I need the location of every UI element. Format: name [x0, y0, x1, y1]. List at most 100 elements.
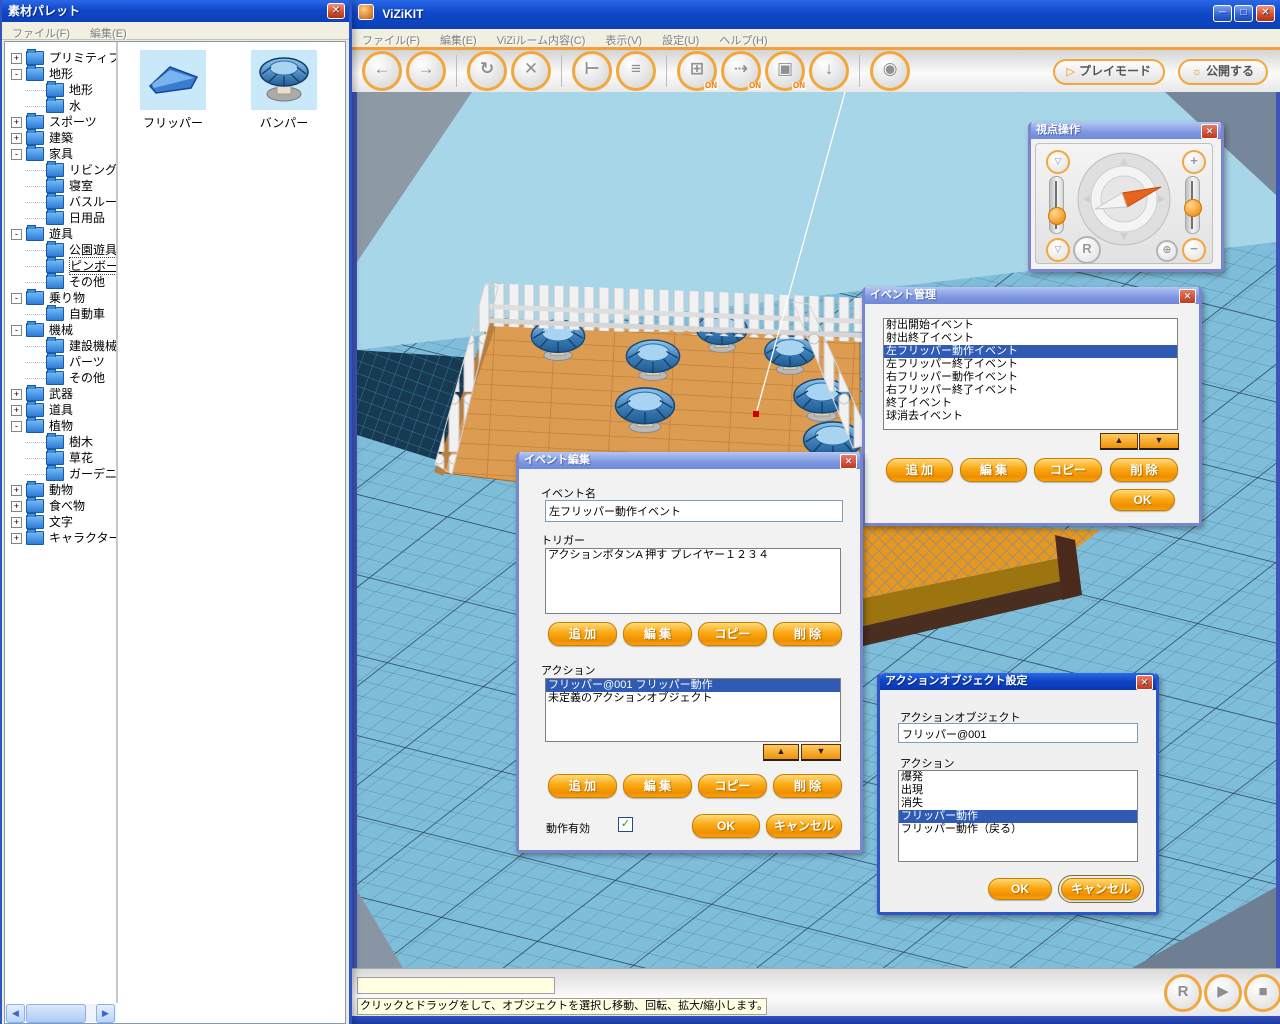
tree-item[interactable]: 樹木	[5, 434, 116, 450]
action-object-window[interactable]: アクションオブジェクト設定 ✕ アクションオブジェクト フリッパー@001 アク…	[877, 673, 1159, 915]
list-item[interactable]: 出現	[899, 784, 1137, 797]
trigger-copy-button[interactable]: コピー	[698, 622, 767, 646]
event-editor-title-bar[interactable]: イベント編集 ✕	[519, 452, 860, 469]
ok-button[interactable]: OK	[1110, 489, 1175, 511]
action-object-cancel-button[interactable]: キャンセル	[1061, 878, 1141, 900]
tree-item[interactable]: +道具	[5, 402, 116, 418]
collapse-icon[interactable]: -	[11, 69, 22, 80]
tree-item[interactable]: 公園遊具	[5, 242, 116, 258]
collapse-icon[interactable]: -	[11, 325, 22, 336]
zoom-slider[interactable]	[1185, 176, 1200, 234]
expand-icon[interactable]: +	[11, 501, 22, 512]
palette-close-button[interactable]: ✕	[327, 3, 345, 19]
command-field[interactable]	[357, 977, 555, 994]
tree-item[interactable]: その他	[5, 370, 116, 386]
tree-item[interactable]: ガーデニング	[5, 466, 116, 482]
action-up-button[interactable]: ▲	[763, 744, 799, 761]
event-name-field[interactable]: 左フリッパー動作イベント	[545, 500, 843, 522]
editor-ok-button[interactable]: OK	[692, 814, 760, 838]
action-delete-button[interactable]: 削 除	[773, 774, 842, 798]
menu-item[interactable]: ファイル(F)	[2, 22, 80, 43]
expand-icon[interactable]: +	[11, 53, 22, 64]
main-title-bar[interactable]: ViZiKIT ─ □ ✕	[352, 0, 1280, 29]
snap-toggle-icon[interactable]: ⇢ON	[721, 51, 761, 91]
publish-button[interactable]: ☼公開する	[1178, 59, 1268, 85]
move-up-button[interactable]: ▲	[1100, 433, 1138, 450]
action-object-field[interactable]: フリッパー@001	[898, 723, 1138, 743]
gravity-drop-icon[interactable]: ↓	[809, 51, 849, 91]
hierarchy-icon[interactable]: ⊢	[572, 51, 612, 91]
list-item[interactable]: 左フリッパー終了イベント	[884, 358, 1177, 371]
menu-item[interactable]: 編集(E)	[80, 22, 137, 43]
tree-item[interactable]: -家具	[5, 146, 116, 162]
tree-item[interactable]: +動物	[5, 482, 116, 498]
tree-item[interactable]: パーツ	[5, 354, 116, 370]
action-object-action-list[interactable]: 爆発出現消失フリッパー動作フリッパー動作（戻る）	[898, 770, 1138, 862]
tilt-up-button[interactable]: ▽	[1046, 150, 1070, 174]
scroll-left-arrow[interactable]: ◀	[6, 1004, 25, 1023]
tree-item[interactable]: +キャラクター	[5, 530, 116, 546]
event-editor-close-button[interactable]: ✕	[840, 454, 857, 469]
tree-item[interactable]: 水	[5, 98, 116, 114]
tree-item[interactable]: +スポーツ	[5, 114, 116, 130]
reset-button[interactable]: R	[1164, 974, 1202, 1012]
list-item[interactable]: フリッパー@001 フリッパー動作	[546, 679, 840, 692]
event-editor-window[interactable]: イベント編集 ✕ イベント名 左フリッパー動作イベント トリガー アクションボタ…	[516, 452, 863, 853]
back-icon[interactable]: ←	[362, 51, 402, 91]
minimize-button[interactable]: ─	[1213, 5, 1232, 22]
list-item[interactable]: アクションボタンA 押す プレイヤー１２３４	[546, 549, 840, 562]
delete-icon[interactable]: ✕	[511, 51, 551, 91]
delete-button[interactable]: 削 除	[1110, 458, 1178, 482]
rotate-object-icon[interactable]: ↻	[467, 51, 507, 91]
expand-icon[interactable]: +	[11, 485, 22, 496]
list-item[interactable]: 未定義のアクションオブジェクト	[546, 692, 840, 705]
tilt-down-button[interactable]: ▽	[1046, 238, 1070, 262]
tree-item[interactable]: -乗り物	[5, 290, 116, 306]
list-item[interactable]: 射出開始イベント	[884, 319, 1177, 332]
action-object-title-bar[interactable]: アクションオブジェクト設定 ✕	[880, 673, 1156, 690]
copy-button[interactable]: コピー	[1034, 458, 1102, 482]
tree-item[interactable]: +建築	[5, 130, 116, 146]
tree-h-scrollbar[interactable]: ◀ ▶	[5, 1004, 116, 1022]
action-copy-button[interactable]: コピー	[698, 774, 767, 798]
viewpoint-reset-button[interactable]: R	[1073, 236, 1101, 264]
edit-button[interactable]: 編 集	[960, 458, 1027, 482]
play-button[interactable]: ▶	[1204, 974, 1242, 1012]
list-item[interactable]: 終了イベント	[884, 397, 1177, 410]
list-item[interactable]: 消失	[899, 797, 1137, 810]
collapse-icon[interactable]: -	[11, 149, 22, 160]
tree-item[interactable]: 地形	[5, 82, 116, 98]
enabled-checkbox[interactable]	[618, 817, 633, 832]
maximize-button[interactable]: □	[1234, 5, 1253, 22]
tree-item[interactable]: ピンボール	[5, 258, 116, 274]
tree-item[interactable]: +文字	[5, 514, 116, 530]
action-object-close-button[interactable]: ✕	[1136, 675, 1153, 690]
list-item[interactable]: 球消去イベント	[884, 410, 1177, 423]
expand-icon[interactable]: +	[11, 389, 22, 400]
list-item[interactable]: 射出終了イベント	[884, 332, 1177, 345]
tilt-slider-thumb[interactable]	[1048, 207, 1066, 225]
editor-cancel-button[interactable]: キャンセル	[766, 814, 842, 838]
list-item[interactable]: 右フリッパー終了イベント	[884, 384, 1177, 397]
tree-item[interactable]: -植物	[5, 418, 116, 434]
action-add-button[interactable]: 追 加	[548, 774, 617, 798]
tilt-slider[interactable]	[1049, 176, 1064, 234]
action-edit-button[interactable]: 編 集	[623, 774, 692, 798]
order-list-icon[interactable]: ≡	[616, 51, 656, 91]
viewpoint-window[interactable]: 視点操作 ✕ ▽ ▽ R + −	[1028, 122, 1224, 272]
tree-item[interactable]: +武器	[5, 386, 116, 402]
tree-item[interactable]: 寝室	[5, 178, 116, 194]
expand-icon[interactable]: +	[11, 117, 22, 128]
list-item[interactable]: 左フリッパー動作イベント	[884, 345, 1177, 358]
expand-icon[interactable]: +	[11, 517, 22, 528]
zoom-slider-thumb[interactable]	[1184, 199, 1202, 217]
viewpoint-close-button[interactable]: ✕	[1201, 124, 1218, 139]
list-item[interactable]: 右フリッパー動作イベント	[884, 371, 1177, 384]
event-list[interactable]: 射出開始イベント射出終了イベント左フリッパー動作イベント左フリッパー終了イベント…	[883, 318, 1178, 430]
scrollbar-thumb[interactable]	[26, 1004, 86, 1023]
action-down-button[interactable]: ▼	[801, 744, 841, 761]
play-mode-button[interactable]: ▷プレイモード	[1053, 59, 1165, 85]
move-down-button[interactable]: ▼	[1139, 433, 1179, 450]
expand-icon[interactable]: +	[11, 405, 22, 416]
action-list[interactable]: フリッパー@001 フリッパー動作未定義のアクションオブジェクト	[545, 678, 841, 742]
